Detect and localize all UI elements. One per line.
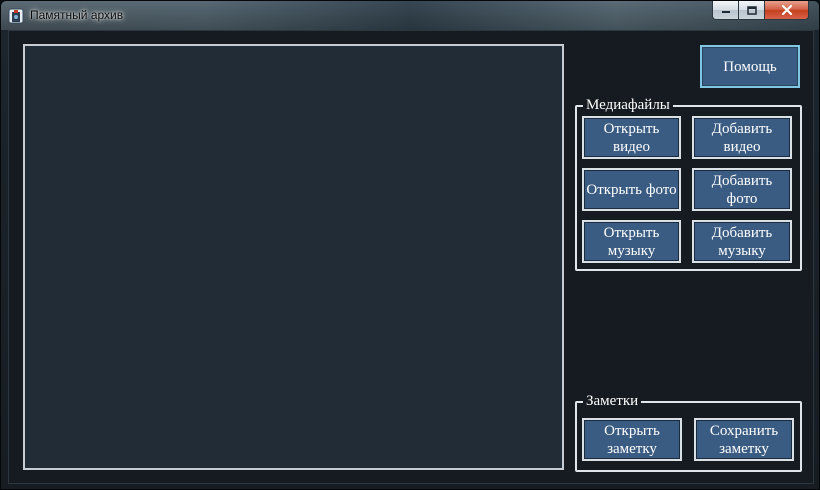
help-button[interactable]: Помощь <box>700 45 800 88</box>
media-group-title: Медиафайлы <box>583 96 673 114</box>
notes-group-title: Заметки <box>583 392 642 410</box>
open-photo-button[interactable]: Открыть фото <box>582 168 681 211</box>
save-note-button[interactable]: Сохранить заметку <box>694 418 794 461</box>
app-archive-icon <box>8 8 24 24</box>
client-area: Помощь Медиафайлы Открыть видео Добавить… <box>8 30 814 484</box>
minimize-icon <box>721 11 730 13</box>
open-music-button[interactable]: Открыть музыку <box>582 220 681 263</box>
add-music-button[interactable]: Добавить музыку <box>692 220 792 263</box>
maximize-button[interactable] <box>739 1 765 20</box>
title-bar[interactable]: Памятный архив <box>1 1 819 30</box>
open-video-button[interactable]: Открыть видео <box>582 116 681 159</box>
open-note-button[interactable]: Открыть заметку <box>582 418 682 461</box>
caption-buttons <box>712 1 809 20</box>
app-window: Памятный архив Помощь Медиафайлы Открыть… <box>0 0 820 490</box>
close-button[interactable] <box>765 1 809 20</box>
add-photo-button[interactable]: Добавить фото <box>692 168 792 211</box>
minimize-button[interactable] <box>712 1 739 20</box>
media-viewer-panel[interactable] <box>23 44 564 470</box>
add-video-button[interactable]: Добавить видео <box>692 116 792 159</box>
maximize-icon <box>746 5 757 15</box>
window-title: Памятный архив <box>30 8 124 22</box>
close-icon <box>781 5 792 15</box>
